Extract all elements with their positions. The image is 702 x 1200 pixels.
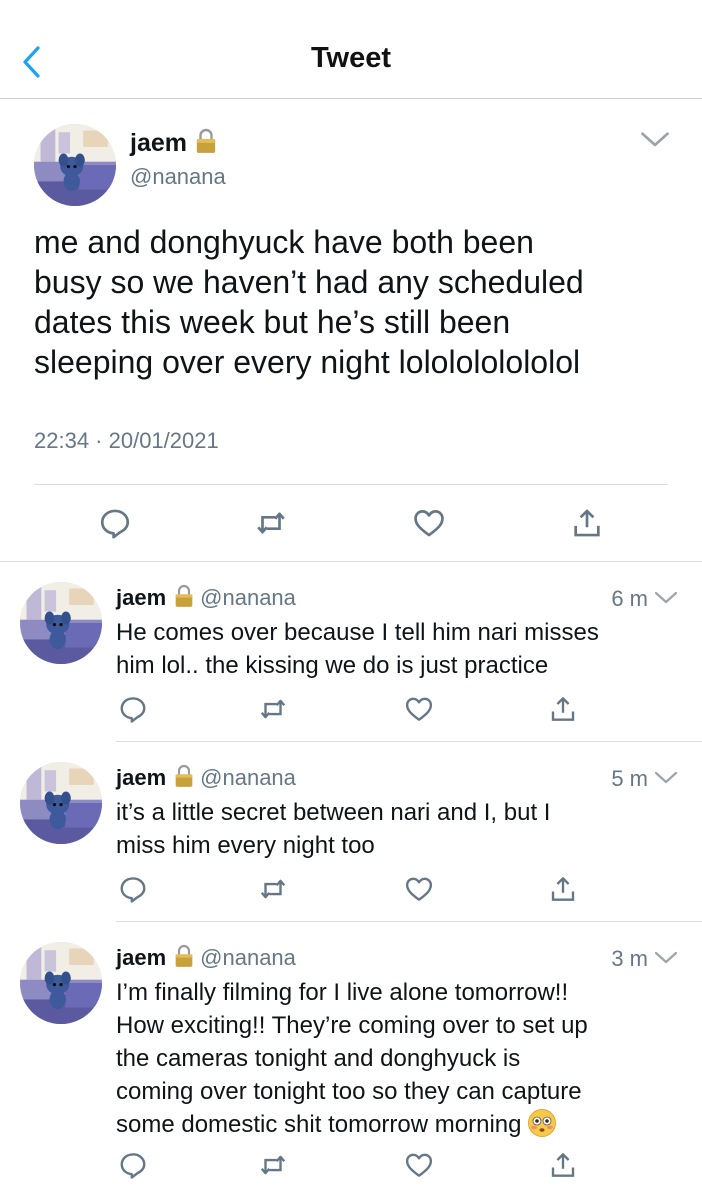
avatar[interactable] [20, 762, 102, 844]
chevron-down-icon[interactable] [654, 950, 678, 966]
nav-bar: Tweet [0, 0, 702, 99]
chevron-down-icon[interactable] [654, 770, 678, 786]
lock-icon [174, 944, 194, 968]
lock-icon [195, 128, 217, 154]
tweet-time: 5 m [611, 766, 648, 791]
author-handle: @nanana [200, 585, 296, 610]
author-name-text: jaem [130, 129, 187, 157]
author-handle: @nanana [200, 945, 296, 970]
share-icon[interactable] [548, 694, 578, 724]
tweet-timestamp[interactable]: 22:34 · 20/01/2021 [34, 428, 219, 454]
divider [116, 741, 702, 742]
flushed-face-emoji [528, 1109, 557, 1137]
tweet-text: He comes over because I tell him nari mi… [116, 619, 599, 679]
lock-icon [174, 584, 194, 608]
author-handle[interactable]: @nanana [130, 164, 226, 190]
author-name-text: jaem [116, 765, 167, 790]
divider [34, 484, 668, 485]
chevron-down-icon[interactable] [654, 590, 678, 606]
retweet-icon[interactable] [258, 694, 288, 724]
reply-icon[interactable] [118, 1150, 148, 1180]
reply-icon[interactable] [98, 506, 132, 540]
chevron-down-icon[interactable] [640, 130, 670, 150]
tweet-text-body: I’m finally filming for I live alone tom… [116, 979, 588, 1138]
retweet-icon[interactable] [258, 1150, 288, 1180]
reply-tweet[interactable]: jaem @nanana 3 m I’m finally filming for … [0, 924, 702, 1200]
share-icon[interactable] [570, 506, 604, 540]
page-title: Tweet [310, 42, 392, 74]
retweet-icon[interactable] [258, 874, 288, 904]
author-name-text: jaem [116, 585, 167, 610]
divider [116, 921, 702, 922]
tweet-time: 6 m [611, 586, 648, 611]
avatar[interactable] [20, 582, 102, 664]
author-name[interactable]: jaem @nanana [116, 584, 296, 611]
share-icon[interactable] [548, 1150, 578, 1180]
divider [0, 561, 702, 562]
tweet-text: I’m finally filming for I live alone tom… [116, 976, 686, 1141]
retweet-icon[interactable] [254, 506, 288, 540]
author-name-text: jaem [116, 945, 167, 970]
author-handle: @nanana [200, 765, 296, 790]
like-icon[interactable] [404, 874, 434, 904]
tweet-time: 3 m [611, 946, 648, 971]
reply-tweet[interactable]: jaem @nanana 5 m it’s a little secret bet… [0, 744, 702, 922]
tweet-text: me and donghyuck have both been busy so … [34, 224, 584, 380]
lock-icon [174, 764, 194, 788]
reply-tweet[interactable]: jaem @nanana 6 m He comes over because I … [0, 564, 702, 742]
share-icon[interactable] [548, 874, 578, 904]
author-name[interactable]: jaem @nanana [116, 944, 296, 971]
author-name[interactable]: jaem @nanana [116, 764, 296, 791]
avatar[interactable] [34, 124, 116, 206]
author-name[interactable]: jaem [130, 128, 217, 158]
avatar[interactable] [20, 942, 102, 1024]
reply-icon[interactable] [118, 874, 148, 904]
tweet-text: it’s a little secret between nari and I,… [116, 799, 551, 859]
like-icon[interactable] [404, 1150, 434, 1180]
reply-icon[interactable] [118, 694, 148, 724]
like-icon[interactable] [412, 506, 446, 540]
like-icon[interactable] [404, 694, 434, 724]
